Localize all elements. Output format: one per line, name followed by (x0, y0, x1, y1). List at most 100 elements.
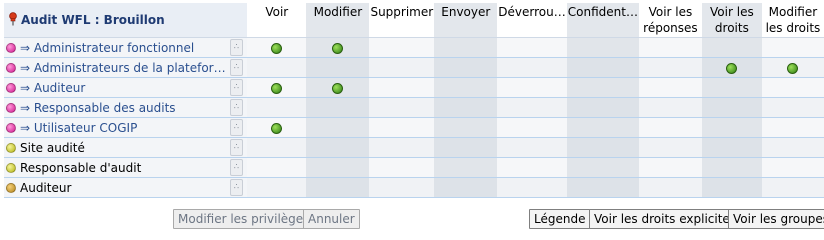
right-cell[interactable] (638, 78, 702, 98)
right-cell[interactable] (434, 138, 498, 158)
right-cell[interactable] (306, 158, 370, 178)
right-cell[interactable] (566, 98, 639, 118)
right-cell[interactable] (306, 38, 370, 58)
right-cell[interactable] (369, 178, 435, 198)
row-label-link[interactable]: ⇒ Administrateurs de la platefor… (20, 61, 226, 75)
right-cell[interactable] (306, 118, 370, 138)
right-cell[interactable] (369, 138, 435, 158)
right-cell[interactable] (761, 98, 824, 118)
explicit-rights-button[interactable]: Voir les droits explicites (589, 209, 742, 229)
granted-right-icon (332, 42, 344, 54)
right-cell[interactable] (638, 118, 702, 138)
right-cell[interactable] (701, 138, 762, 158)
right-cell[interactable] (434, 158, 498, 178)
right-cell[interactable] (566, 38, 639, 58)
right-cell[interactable] (566, 58, 639, 78)
right-cell[interactable] (701, 38, 762, 58)
right-cell[interactable] (497, 178, 567, 198)
right-cell[interactable] (761, 118, 824, 138)
right-cell[interactable] (701, 58, 762, 78)
right-cell[interactable] (369, 38, 435, 58)
right-cell[interactable] (369, 58, 435, 78)
right-cell[interactable] (638, 138, 702, 158)
right-cell[interactable] (497, 118, 567, 138)
row-menu-handle-icon[interactable]: ∴ (229, 59, 243, 76)
right-cell[interactable] (306, 58, 370, 78)
rights-grid: Audit WFL : Brouillon Voir Modifier Suppri… (4, 3, 824, 198)
grid-row: Site audité ∴ (4, 138, 824, 158)
right-cell[interactable] (701, 118, 762, 138)
right-cell[interactable] (369, 118, 435, 138)
row-menu-handle-icon[interactable]: ∴ (229, 179, 243, 196)
right-cell[interactable] (369, 158, 435, 178)
right-cell[interactable] (566, 178, 639, 198)
right-cell[interactable] (638, 158, 702, 178)
right-cell[interactable] (566, 158, 639, 178)
right-cell[interactable] (434, 38, 498, 58)
right-cell[interactable] (761, 178, 824, 198)
right-cell[interactable] (566, 138, 639, 158)
row-label-link[interactable]: ⇒ Administrateur fonctionnel (20, 41, 194, 55)
right-cell[interactable] (497, 138, 567, 158)
right-cell[interactable] (306, 138, 370, 158)
right-cell[interactable] (761, 58, 824, 78)
right-cell[interactable] (701, 98, 762, 118)
row-label-cell: ⇒ Utilisateur COGIP (4, 118, 226, 138)
right-cell[interactable] (434, 58, 498, 78)
row-menu-handle-icon[interactable]: ∴ (229, 159, 243, 176)
right-cell[interactable] (247, 78, 307, 98)
row-menu-handle-icon[interactable]: ∴ (229, 99, 243, 116)
right-cell[interactable] (434, 178, 498, 198)
right-cell[interactable] (247, 178, 307, 198)
right-cell[interactable] (434, 78, 498, 98)
row-menu-handle-icon[interactable]: ∴ (229, 79, 243, 96)
right-cell[interactable] (638, 98, 702, 118)
right-cell[interactable] (566, 78, 639, 98)
right-cell[interactable] (566, 118, 639, 138)
row-label-link[interactable]: ⇒ Responsable des audits (20, 101, 176, 115)
right-cell[interactable] (247, 158, 307, 178)
right-cell[interactable] (497, 158, 567, 178)
yellow-dot-icon (6, 162, 16, 173)
right-cell[interactable] (761, 38, 824, 58)
right-cell[interactable] (761, 78, 824, 98)
right-cell[interactable] (247, 138, 307, 158)
legend-button[interactable]: Légende (529, 209, 591, 229)
column-header: Modifier (306, 3, 370, 38)
right-cell[interactable] (701, 158, 762, 178)
row-menu-handle-icon[interactable]: ∴ (229, 119, 243, 136)
groups-button[interactable]: Voir les groupes (728, 209, 824, 229)
grid-row: Auditeur ∴ (4, 178, 824, 198)
right-cell[interactable] (306, 78, 370, 98)
right-cell[interactable] (306, 98, 370, 118)
right-cell[interactable] (638, 58, 702, 78)
right-cell[interactable] (434, 118, 498, 138)
right-cell[interactable] (761, 158, 824, 178)
cancel-button[interactable]: Annuler (303, 209, 360, 229)
right-cell[interactable] (497, 38, 567, 58)
right-cell[interactable] (247, 98, 307, 118)
right-cell[interactable] (497, 78, 567, 98)
right-cell[interactable] (247, 58, 307, 78)
pink-dot-icon (6, 102, 16, 113)
right-cell[interactable] (369, 98, 435, 118)
row-label-link[interactable]: ⇒ Utilisateur COGIP (20, 121, 137, 135)
right-cell[interactable] (306, 178, 370, 198)
right-cell[interactable] (701, 178, 762, 198)
right-cell[interactable] (369, 78, 435, 98)
row-menu-handle-icon[interactable]: ∴ (229, 139, 243, 156)
right-cell[interactable] (497, 98, 567, 118)
column-header: Modifier les droits (761, 3, 824, 38)
right-cell[interactable] (701, 78, 762, 98)
right-cell[interactable] (497, 58, 567, 78)
right-cell[interactable] (761, 138, 824, 158)
right-cell[interactable] (247, 118, 307, 138)
row-menu-handle-icon[interactable]: ∴ (229, 39, 243, 56)
right-cell[interactable] (638, 38, 702, 58)
modify-privileges-button[interactable]: Modifier les privilèges (173, 209, 315, 229)
right-cell[interactable] (638, 178, 702, 198)
right-cell[interactable] (247, 38, 307, 58)
right-cell[interactable] (434, 98, 498, 118)
row-label-cell: ⇒ Administrateur fonctionnel (4, 38, 226, 58)
row-label-link[interactable]: ⇒ Auditeur (20, 81, 85, 95)
